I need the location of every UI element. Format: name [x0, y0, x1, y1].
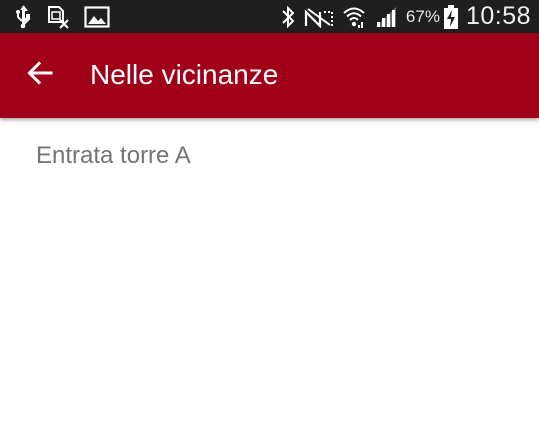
sim-off-icon [46, 5, 70, 29]
page-title: Nelle vicinanze [90, 59, 279, 90]
status-right-icons: 67% 10:58 [280, 0, 531, 33]
image-icon [84, 5, 110, 28]
list-item[interactable]: Entrata torre A [0, 118, 539, 194]
signal-icon [374, 5, 398, 29]
clock: 10:58 [465, 2, 531, 30]
usb-icon [14, 4, 32, 29]
status-left-icons [14, 3, 110, 30]
arrow-back-icon [27, 60, 53, 91]
list-item-label: Entrata torre A [36, 142, 191, 169]
battery-charging-icon [443, 4, 459, 30]
back-button[interactable] [20, 55, 60, 95]
nearby-list: Entrata torre A [0, 118, 539, 445]
battery-percent: 67% [405, 6, 440, 26]
wifi-icon [342, 5, 366, 29]
screen: 67% 10:58 Nelle vicinanze Entrata torre … [0, 0, 539, 445]
status-bar: 67% 10:58 [0, 0, 539, 33]
app-bar: Nelle vicinanze [0, 33, 539, 118]
bluetooth-icon [280, 5, 296, 29]
nfc-icon [304, 6, 334, 28]
